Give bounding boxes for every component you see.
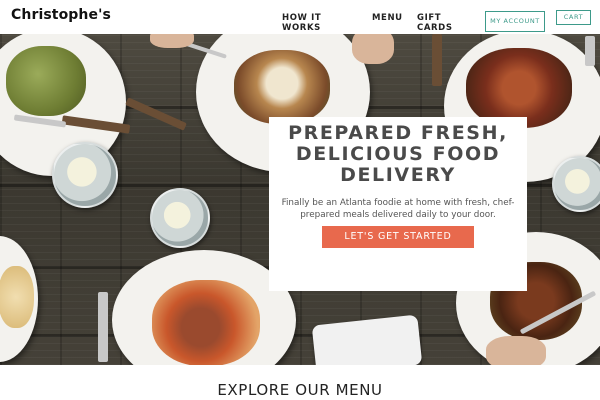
cart-button[interactable]: CART: [556, 10, 591, 25]
hero-title: PREPARED FRESH, DELICIOUS FOOD DELIVERY: [288, 122, 508, 186]
water-glass: [150, 188, 210, 248]
site-logo[interactable]: Christophe's: [11, 7, 111, 23]
get-started-button[interactable]: LET'S GET STARTED: [322, 226, 474, 248]
diner-hand: [150, 34, 194, 48]
knife-handle: [432, 34, 442, 86]
my-account-button[interactable]: MY ACCOUNT: [485, 11, 545, 32]
diner-hand: [486, 336, 546, 365]
nav-menu[interactable]: MENU: [372, 13, 403, 23]
site-header: Christophe's HOW IT WORKS MENU GIFT CARD…: [0, 0, 600, 34]
hero-card: PREPARED FRESH, DELICIOUS FOOD DELIVERY …: [269, 117, 527, 291]
diner-hand: [352, 34, 394, 64]
explore-menu-heading: EXPLORE OUR MENU: [217, 381, 383, 399]
fork: [98, 292, 108, 362]
plate-potatoes: [0, 236, 38, 362]
knife-handle: [125, 97, 187, 131]
water-glass: [52, 142, 118, 208]
nav-gift-cards[interactable]: GIFT CARDS: [417, 13, 457, 33]
nav-how-it-works[interactable]: HOW IT WORKS: [282, 13, 342, 33]
water-glass: [552, 156, 600, 212]
napkin: [311, 314, 423, 365]
hero-subtitle: Finally be an Atlanta foodie at home wit…: [281, 198, 515, 220]
spoon: [585, 36, 595, 66]
